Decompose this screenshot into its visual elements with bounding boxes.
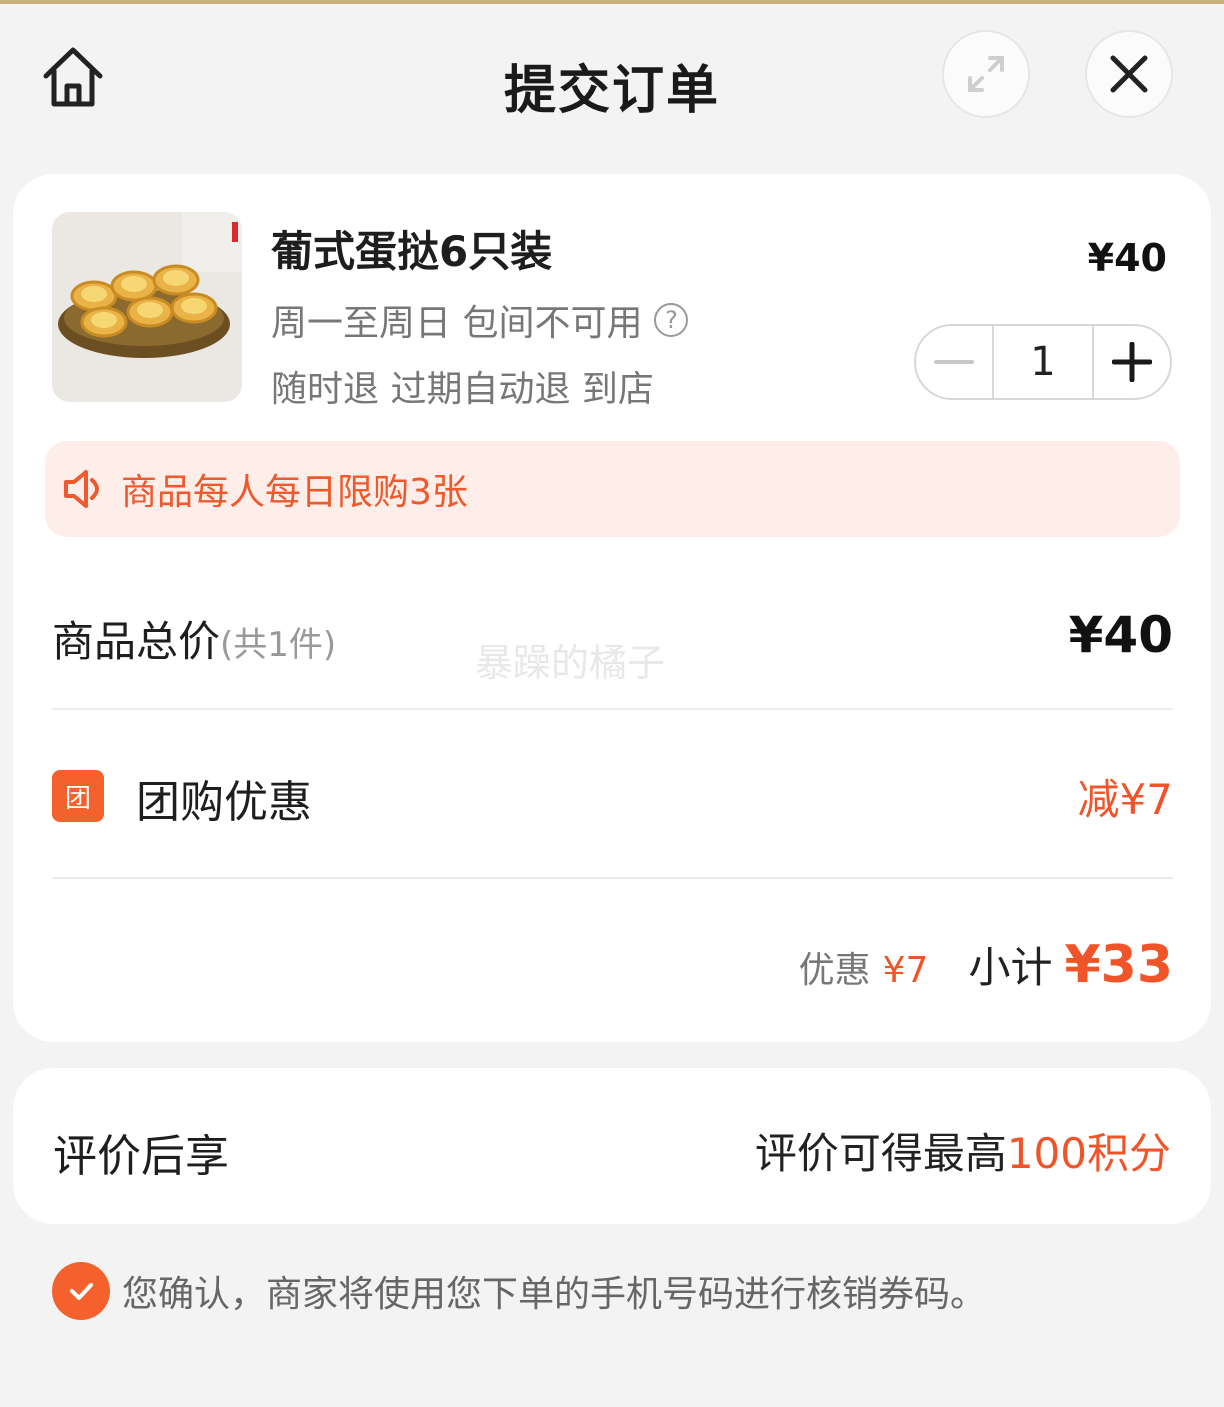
product-image[interactable] [52, 212, 242, 402]
review-reward-prefix: 评价可得最高 [754, 1129, 1007, 1178]
product-tags-row-1: 周一至周日 包间不可用 ? [271, 294, 689, 346]
group-discount-value: 减¥7 [1077, 775, 1173, 824]
notice-text: 商品每人每日限购3张 [121, 472, 468, 513]
header: 提交订单 [0, 4, 1224, 154]
discount-value: ¥7 [882, 950, 929, 991]
close-button[interactable] [1085, 30, 1173, 118]
review-reward: 评价可得最高100积分 [755, 1120, 1171, 1181]
total-price: ¥40 [1068, 606, 1173, 664]
subtotal-group: 优惠 ¥7 小计 ¥33 [799, 934, 1173, 995]
subtotal-label: 小计 [968, 943, 1053, 992]
subtotal-row: 优惠 ¥7 小计 ¥33 [52, 934, 1173, 1014]
total-label: 商品总价 [52, 617, 221, 666]
quantity-stepper: 1 [914, 324, 1172, 400]
order-card: 葡式蛋挞6只装 周一至周日 包间不可用 ? 随时退 过期自动退 到店 ¥40 1… [13, 174, 1211, 1042]
discount-label: 优惠 [798, 950, 871, 991]
quantity-value[interactable]: 1 [992, 326, 1094, 398]
close-icon [1110, 55, 1148, 93]
group-discount-label: 团购优惠 [136, 777, 312, 828]
item-count: (共1件) [220, 625, 337, 665]
help-icon[interactable]: ? [654, 303, 689, 337]
confirm-agreement: 您确认，商家将使用您下单的手机号码进行核销券码。 [52, 1262, 986, 1320]
review-reward-points: 100积分 [1006, 1129, 1171, 1178]
review-label: 评价后享 [53, 1131, 229, 1182]
checkbox-checked-icon[interactable] [52, 1262, 110, 1320]
product-name: 葡式蛋挞6只装 [271, 227, 553, 276]
minus-icon [934, 360, 974, 364]
product-price: ¥40 [1087, 236, 1167, 280]
page-title: 提交订单 [503, 61, 720, 121]
product-tag-availability: 周一至周日 包间不可用 [271, 303, 643, 344]
plus-icon [1112, 342, 1152, 382]
increase-button[interactable] [1094, 326, 1170, 398]
group-buy-icon: 团 [52, 770, 104, 822]
expand-icon [968, 56, 1004, 92]
speaker-icon [59, 463, 111, 515]
subtotal-value: ¥33 [1064, 935, 1173, 995]
group-discount-row[interactable]: 团 团购优惠 减¥7 [52, 764, 1173, 844]
product-tags-row-2: 随时退 过期自动退 到店 [271, 369, 654, 410]
total-label-group: 商品总价(共1件) [52, 608, 336, 669]
divider [52, 708, 1173, 710]
divider [52, 877, 1173, 879]
expand-button[interactable] [942, 30, 1030, 118]
total-price-row: 商品总价(共1件) ¥40 [52, 604, 1173, 694]
confirm-text: 您确认，商家将使用您下单的手机号码进行核销券码。 [122, 1274, 987, 1315]
decrease-button[interactable] [916, 326, 992, 398]
purchase-limit-notice: 商品每人每日限购3张 [45, 441, 1180, 537]
review-card: 评价后享 评价可得最高100积分 [13, 1068, 1211, 1224]
